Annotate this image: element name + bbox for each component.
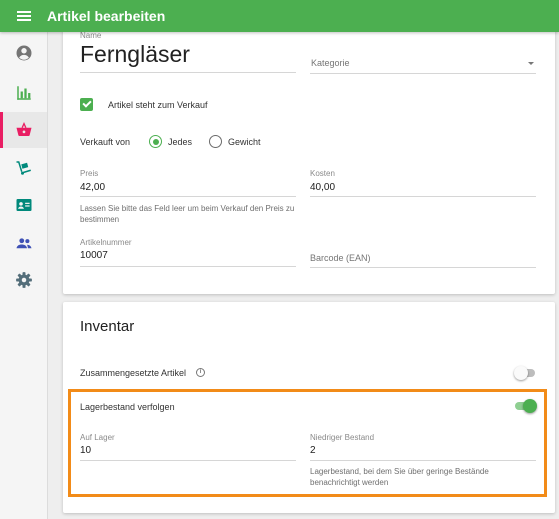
bar-chart-icon — [16, 86, 31, 100]
sidebar-item-reports[interactable] — [0, 75, 47, 111]
app-bar: Artikel bearbeiten — [0, 0, 559, 32]
barcode-underline — [310, 267, 536, 268]
inventory-title: Inventar — [80, 318, 135, 335]
sold-by-weight-radio[interactable] — [209, 135, 222, 148]
sold-by-each-label: Jedes — [168, 137, 193, 147]
sku-underline — [80, 266, 296, 267]
sold-by-label: Verkauft von — [80, 137, 131, 147]
sidebar-item-customers[interactable] — [0, 187, 47, 223]
sidebar-item-account[interactable] — [0, 35, 47, 71]
gear-icon — [15, 272, 32, 288]
cost-label: Kosten — [310, 169, 335, 178]
sidebar-item-settings[interactable] — [0, 262, 47, 298]
for-sale-label: Artikel steht zum Verkauf — [108, 100, 208, 110]
contact-card-icon — [16, 199, 31, 211]
dolly-icon — [16, 161, 31, 175]
category-select[interactable]: Kategorie — [311, 58, 350, 68]
name-underline — [80, 72, 296, 73]
composite-item-label: Zusammengesetzte Artikel — [80, 368, 187, 378]
category-underline — [310, 73, 536, 74]
composite-item-toggle[interactable] — [514, 366, 536, 380]
highlight-box — [68, 389, 547, 497]
name-label: Name — [80, 31, 102, 40]
page-title: Artikel bearbeiten — [47, 8, 166, 24]
info-icon[interactable]: i — [196, 368, 205, 377]
cost-input[interactable]: 40,00 — [310, 182, 335, 193]
sidebar — [0, 32, 48, 519]
sku-label: Artikelnummer — [80, 238, 132, 247]
sidebar-item-articles[interactable] — [0, 112, 47, 148]
chevron-down-icon[interactable] — [528, 62, 534, 65]
price-underline — [80, 196, 296, 197]
toggle-thumb — [514, 366, 528, 380]
for-sale-checkbox[interactable] — [80, 98, 93, 111]
article-details-card: Name Ferngläser Kategorie Artikel steht … — [63, 26, 555, 294]
sold-by-each-radio[interactable] — [149, 135, 162, 148]
shopping-basket-icon — [16, 121, 31, 136]
sku-input[interactable]: 10007 — [80, 250, 108, 261]
menu-icon[interactable] — [17, 11, 31, 21]
barcode-input[interactable]: Barcode (EAN) — [310, 253, 371, 263]
sidebar-item-employees[interactable] — [0, 225, 47, 261]
price-input[interactable]: 42,00 — [80, 182, 105, 193]
people-icon — [16, 238, 31, 249]
cost-underline — [310, 196, 536, 197]
account-circle-icon — [16, 45, 31, 61]
sidebar-item-inventory[interactable] — [0, 150, 47, 186]
name-input[interactable]: Ferngläser — [80, 41, 190, 68]
price-hint: Lassen Sie bitte das Feld leer um beim V… — [80, 204, 295, 224]
price-label: Preis — [80, 169, 99, 178]
sold-by-weight-label: Gewicht — [228, 137, 261, 147]
